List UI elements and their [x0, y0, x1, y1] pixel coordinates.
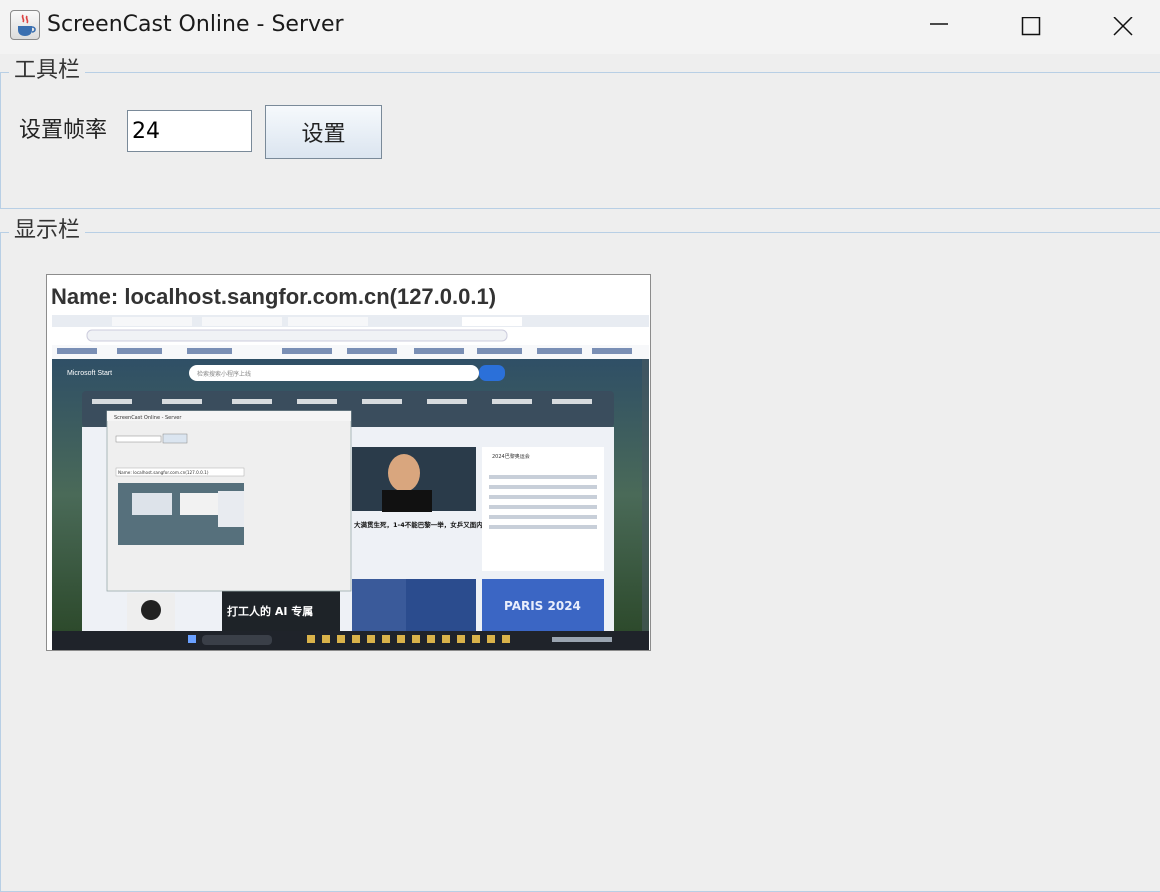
- display-panel-title: 显示栏: [9, 216, 86, 246]
- client-name-label: Name: localhost.sangfor.com.cn(127.0.0.1…: [51, 284, 497, 309]
- snapshot-paris: PARIS 2024: [504, 599, 581, 613]
- close-button[interactable]: [1077, 0, 1160, 54]
- snapshot-card-headline: 大满贯生死，1-4不能巴黎一举，女乒又面内忧？: [354, 520, 496, 529]
- set-frame-rate-button[interactable]: 设置: [265, 105, 382, 159]
- screen-preview: Name: localhost.sangfor.com.cn(127.0.0.1…: [46, 274, 651, 651]
- window-title: ScreenCast Online - Server: [47, 12, 344, 37]
- frame-rate-label: 设置帧率: [19, 118, 108, 143]
- snapshot-medal-title: 2024巴黎奥运会: [492, 453, 530, 460]
- minimize-button[interactable]: [893, 0, 985, 54]
- snapshot-banner: 打工人的 AI 专属: [227, 604, 313, 618]
- remote-screen-snapshot: Microsoft Start 检索搜索小程序上线 大满贯生死，1-4不能巴黎一…: [52, 315, 649, 650]
- maximize-icon: [1021, 17, 1041, 36]
- maximize-button[interactable]: [985, 0, 1077, 54]
- frame-rate-input[interactable]: [127, 110, 252, 152]
- close-icon: [1113, 17, 1133, 36]
- nested-window-title: ScreenCast Online - Server: [114, 415, 182, 421]
- svg-text:Microsoft Start: Microsoft Start: [67, 370, 112, 377]
- nested-client-name: Name: localhost.sangfor.com.cn(127.0.0.1…: [118, 470, 209, 475]
- java-cup-icon: [10, 10, 40, 40]
- minimize-icon: [930, 23, 948, 25]
- toolbar-panel: 工具栏 设置帧率 设置: [0, 56, 1160, 209]
- title-bar: ScreenCast Online - Server: [0, 0, 1160, 54]
- toolbar-panel-title: 工具栏: [9, 56, 86, 86]
- snapshot-search-placeholder: 检索搜索小程序上线: [197, 370, 251, 378]
